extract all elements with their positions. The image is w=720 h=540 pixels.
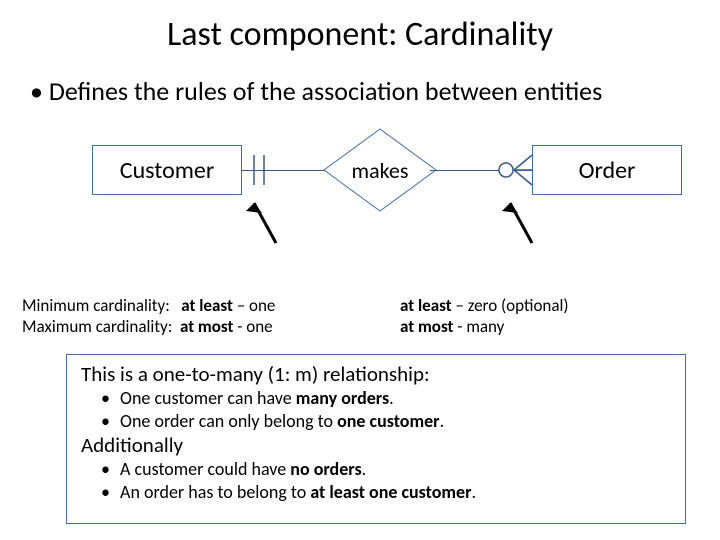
- cardinality-notation-zero-many: [498, 145, 534, 200]
- slide-title: Last component: Cardinality: [0, 0, 720, 55]
- list-item: A customer could have no orders.: [119, 458, 675, 481]
- cardinality-notation-one-one: [242, 145, 278, 200]
- intro-bullet: Defines the rules of the association bet…: [0, 55, 720, 107]
- arrow-icon: [236, 193, 286, 258]
- summary-heading-1: This is a one-to-many (1: m) relationshi…: [81, 361, 675, 387]
- relationship-label: makes: [320, 125, 440, 215]
- cardinality-text-right: at least – zero (optional) at most - man…: [400, 295, 700, 338]
- cardinality-text-left: Minimum cardinality: at least – one Maxi…: [22, 295, 362, 338]
- relationship-diamond: makes: [320, 125, 440, 215]
- arrow-icon: [492, 193, 542, 258]
- list-item: One customer can have many orders.: [119, 387, 675, 410]
- entity-order: Order: [532, 145, 682, 195]
- list-item: One order can only belong to one custome…: [119, 410, 675, 433]
- min-cardinality-line: Minimum cardinality: at least – one: [22, 295, 362, 316]
- list-item: An order has to belong to at least one c…: [119, 481, 675, 504]
- er-diagram: Customer makes Order: [0, 125, 720, 245]
- entity-customer: Customer: [92, 145, 242, 195]
- max-cardinality-line: Maximum cardinality: at most - one: [22, 316, 362, 337]
- max-cardinality-line: at most - many: [400, 316, 700, 337]
- summary-heading-2: Additionally: [81, 432, 675, 458]
- min-cardinality-line: at least – zero (optional): [400, 295, 700, 316]
- summary-box: This is a one-to-many (1: m) relationshi…: [66, 354, 686, 524]
